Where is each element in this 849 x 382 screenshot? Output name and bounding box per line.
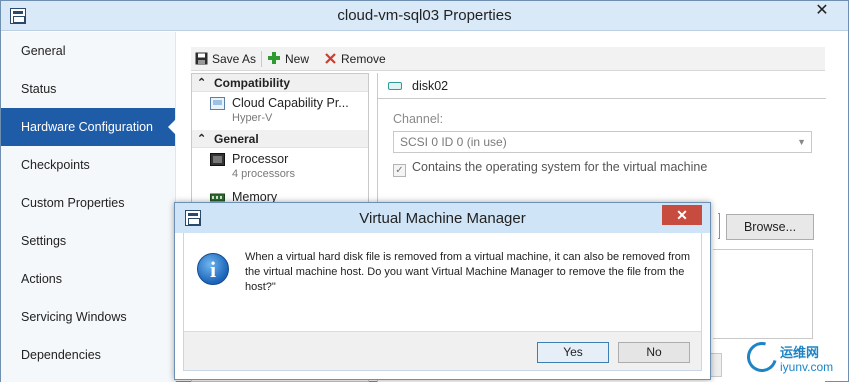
dialog-title: Virtual Machine Manager — [359, 210, 526, 227]
yes-button[interactable]: Yes — [537, 342, 609, 363]
save-as-label: Save As — [212, 52, 257, 66]
channel-value: SCSI 0 ID 0 (in use) — [400, 135, 507, 149]
sidebar-item-servicing-windows[interactable]: Servicing Windows — [1, 298, 175, 336]
dialog-footer: Yes No — [184, 331, 701, 370]
sidebar-item-settings[interactable]: Settings — [1, 222, 175, 260]
sidebar-item-general[interactable]: General — [1, 32, 175, 70]
confirm-dialog: Virtual Machine Manager ✕ i When a virtu… — [174, 202, 711, 380]
file-path-field[interactable] — [718, 213, 720, 239]
dialog-titlebar[interactable]: Virtual Machine Manager ✕ — [175, 203, 710, 233]
group-header-general[interactable]: ⌃ General — [192, 130, 368, 148]
channel-select[interactable]: SCSI 0 ID 0 (in use) ▼ — [393, 131, 812, 153]
dialog-body: i When a virtual hard disk file is remov… — [183, 233, 702, 371]
os-checkbox[interactable]: ✓ — [393, 164, 406, 177]
os-checkbox-row[interactable]: ✓ Contains the operating system for the v… — [393, 160, 707, 177]
plus-icon — [268, 52, 280, 64]
group-label: Compatibility — [214, 76, 291, 90]
sidebar-item-custom-properties[interactable]: Custom Properties — [1, 184, 175, 222]
save-as-button[interactable]: Save As — [195, 51, 256, 67]
window-close-button[interactable]: ✕ — [802, 1, 842, 21]
dialog-message: When a virtual hard disk file is removed… — [245, 251, 691, 293]
sidebar-item-actions[interactable]: Actions — [1, 260, 175, 298]
window-title: cloud-vm-sql03 Properties — [337, 7, 512, 24]
red-x-icon — [325, 53, 336, 64]
chevron-down-icon: ▼ — [797, 137, 806, 147]
disk-name: disk02 — [412, 79, 449, 93]
collapse-chevron-icon: ⌃ — [197, 133, 207, 145]
floppy-disk-icon — [195, 52, 208, 65]
hw-item-cloud-capability[interactable]: Cloud Capability Pr... Hyper-V — [192, 92, 368, 130]
watermark-line1: 运维网 — [780, 345, 820, 360]
sidebar-item-hardware-configuration[interactable]: Hardware Configuration — [1, 108, 176, 146]
hw-item-name: Cloud Capability Pr... — [232, 96, 349, 110]
new-label: New — [285, 52, 310, 66]
hw-item-name: Processor — [232, 152, 289, 166]
dialog-close-button[interactable]: ✕ — [662, 205, 702, 225]
detail-header: disk02 — [378, 73, 826, 99]
channel-label: Channel: — [393, 112, 444, 126]
hw-item-sub: 4 processors — [232, 168, 295, 180]
sidebar-item-dependencies[interactable]: Dependencies — [1, 336, 175, 374]
detail-textarea[interactable] — [713, 249, 813, 339]
toolbar-separator — [261, 51, 262, 67]
sidebar-item-checkpoints[interactable]: Checkpoints — [1, 146, 175, 184]
remove-button[interactable]: Remove — [324, 51, 386, 67]
collapse-chevron-icon: ⌃ — [197, 77, 207, 89]
hw-item-sub: Hyper-V — [232, 112, 273, 124]
capability-icon — [210, 97, 225, 110]
hardware-toolbar: Save As New Remove — [191, 47, 825, 71]
hw-item-processor[interactable]: Processor 4 processors — [192, 148, 368, 186]
remove-label: Remove — [341, 52, 386, 66]
group-label: General — [214, 132, 259, 146]
os-checkbox-label: Contains the operating system for the vi… — [412, 160, 708, 174]
browse-button[interactable]: Browse... — [726, 214, 814, 240]
window-titlebar[interactable]: cloud-vm-sql03 Properties ✕ — [1, 1, 848, 31]
watermark-logo: 运维网 iyunv.com — [741, 336, 847, 380]
sidebar-item-status[interactable]: Status — [1, 70, 175, 108]
virtual-disk-icon — [388, 82, 402, 90]
sidebar: General Status Hardware Configuration Ch… — [1, 32, 176, 382]
watermark-line2: iyunv.com — [780, 360, 834, 374]
information-icon: i — [197, 253, 229, 285]
no-button[interactable]: No — [618, 342, 690, 363]
watermark-swirl-icon — [741, 336, 783, 378]
processor-icon — [210, 153, 225, 166]
group-header-compatibility[interactable]: ⌃ Compatibility — [192, 74, 368, 92]
new-button[interactable]: New — [267, 51, 309, 67]
